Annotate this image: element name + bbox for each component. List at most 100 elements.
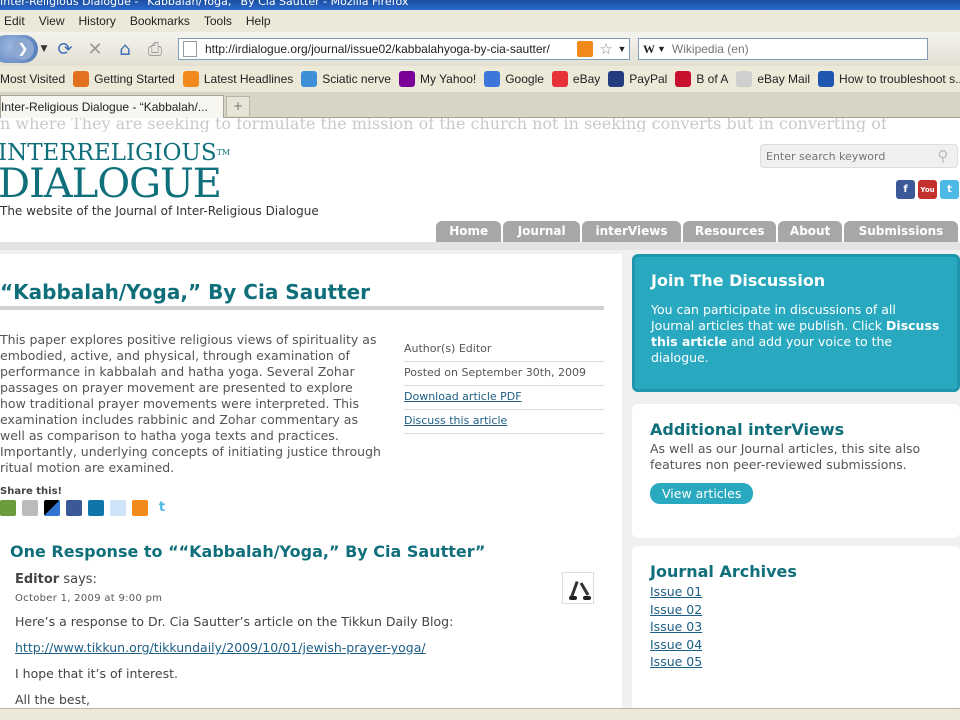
wikipedia-icon[interactable]: W <box>639 42 657 57</box>
article-abstract: This paper explores positive religious v… <box>0 332 381 475</box>
facebook-icon[interactable]: f <box>896 180 915 199</box>
bookmark-label: B of A <box>696 72 729 86</box>
share-label: Share this! <box>0 486 63 497</box>
bookmark-item[interactable]: eBay <box>551 71 601 87</box>
interviews-title: Additional interViews <box>650 420 845 439</box>
issue-02-link[interactable]: Issue 02 <box>650 601 942 619</box>
interviews-panel: Additional interViews As well as our Jou… <box>632 404 960 538</box>
print-icon[interactable]: ⎙ <box>140 35 170 63</box>
comment-text-3: All the best, <box>15 692 90 707</box>
menu-tools[interactable]: Tools <box>204 14 232 28</box>
tikkun-link[interactable]: http://www.tikkun.org/tikkundaily/2009/1… <box>15 640 426 655</box>
archives-panel: Journal Archives Issue 01 Issue 02 Issue… <box>632 546 960 710</box>
menu-edit[interactable]: Edit <box>4 14 25 28</box>
facebook-share-icon[interactable] <box>66 500 82 516</box>
social-links: f You t <box>896 180 959 199</box>
new-tab-button[interactable]: + <box>226 96 250 116</box>
ebay-icon <box>551 71 568 87</box>
nav-journal[interactable]: Journal <box>503 221 580 242</box>
reload-icon[interactable]: ⟳ <box>50 35 80 63</box>
nav-home[interactable]: Home <box>436 221 502 242</box>
twitter-icon[interactable]: t <box>940 180 959 199</box>
bookmark-item[interactable]: PayPal <box>608 71 667 87</box>
digg-icon[interactable] <box>22 500 38 516</box>
issue-05-link[interactable]: Issue 05 <box>650 653 942 671</box>
google-icon <box>484 71 501 87</box>
bookmark-label: eBay Mail <box>757 72 811 86</box>
stop-icon[interactable]: ✕ <box>80 35 110 63</box>
bofa-icon <box>675 71 692 87</box>
article-meta: Author(s) Editor Posted on September 30t… <box>404 338 604 434</box>
youtube-icon[interactable]: You <box>918 180 937 199</box>
nav-resources[interactable]: Resources <box>683 221 777 242</box>
bookmark-item[interactable]: B of A <box>675 71 728 87</box>
archives-title: Journal Archives <box>650 562 797 581</box>
menu-bar: Edit View History Bookmarks Tools Help <box>0 10 960 32</box>
site-tagline: The website of the Journal of Inter-Reli… <box>0 204 319 218</box>
msdn-icon <box>818 71 835 87</box>
bookmark-item[interactable]: My Yahoo! <box>398 71 477 87</box>
bookmark-label: Google <box>505 72 544 86</box>
tab-strip: Inter-Religious Dialogue - “Kabbalah/...… <box>0 92 960 118</box>
article-posted-date: Posted on September 30th, 2009 <box>404 362 604 386</box>
issue-01-link[interactable]: Issue 01 <box>650 583 942 601</box>
site-search-box[interactable]: ⚲ <box>760 144 958 168</box>
nav-submissions[interactable]: Submissions <box>843 221 958 242</box>
comment-text-1: Here’s a response to Dr. Cia Sautter’s a… <box>15 614 454 629</box>
menu-view[interactable]: View <box>39 14 65 28</box>
url-bar[interactable]: http://irdialogue.org/journal/issue02/ka… <box>178 38 630 60</box>
join-discussion-text: You can participate in discussions of al… <box>651 302 940 365</box>
discuss-article-link[interactable]: Discuss this article <box>404 414 507 427</box>
url-text[interactable]: http://irdialogue.org/journal/issue02/ka… <box>205 42 577 56</box>
download-pdf-link[interactable]: Download article PDF <box>404 390 522 403</box>
menu-help[interactable]: Help <box>246 14 271 28</box>
window-titlebar: Inter-Religious Dialogue - “Kabbalah/Yog… <box>0 0 960 10</box>
site-logo[interactable]: INTERRELIGIOUSTM DIALOGUE <box>0 140 230 207</box>
bookmark-item[interactable]: How to troubleshoot s... <box>818 71 960 87</box>
bookmark-item[interactable]: Getting Started <box>73 71 175 87</box>
back-button[interactable]: ❯ <box>0 35 38 63</box>
sciatic-icon <box>301 71 318 87</box>
search-engine-dropdown-icon[interactable]: ▼ <box>657 44 666 54</box>
menu-history[interactable]: History <box>78 14 115 28</box>
search-bar[interactable]: W ▼ <box>638 38 928 60</box>
avatar <box>562 572 594 604</box>
nav-about[interactable]: About <box>778 221 842 242</box>
linkedin-icon[interactable] <box>88 500 104 516</box>
bookmark-label: Getting Started <box>94 72 175 86</box>
issue-03-link[interactable]: Issue 03 <box>650 618 942 636</box>
search-input[interactable] <box>671 42 912 56</box>
rss-share-icon[interactable] <box>132 500 148 516</box>
url-dropdown-icon[interactable]: ▼ <box>615 44 629 54</box>
comment-date[interactable]: October 1, 2009 at 9:00 pm <box>15 593 162 604</box>
home-icon[interactable]: ⌂ <box>110 35 140 63</box>
join-discussion-title: Join The Discussion <box>651 271 826 290</box>
article-author: Author(s) Editor <box>404 338 604 362</box>
firefox-icon <box>73 71 90 87</box>
comment-text-2: I hope that it’s of interest. <box>15 666 178 681</box>
bookmark-item[interactable]: Google <box>484 71 544 87</box>
bookmark-label: How to troubleshoot s... <box>839 72 960 86</box>
bookmark-label: My Yahoo! <box>419 72 477 86</box>
bookmark-item[interactable]: Sciatic nerve <box>301 71 391 87</box>
twitter-share-icon[interactable]: t <box>154 500 170 516</box>
site-search-input[interactable] <box>766 149 934 163</box>
bookmark-star-icon[interactable]: ☆ <box>597 40 615 58</box>
reddit-icon[interactable] <box>110 500 126 516</box>
forward-icon[interactable]: ❯ <box>12 38 34 60</box>
history-dropdown-icon[interactable]: ▼ <box>38 44 50 54</box>
view-articles-button[interactable]: View articles <box>650 483 754 504</box>
issue-04-link[interactable]: Issue 04 <box>650 636 942 654</box>
rss-feed-icon[interactable] <box>577 41 593 57</box>
bookmark-item[interactable]: eBay Mail <box>736 71 810 87</box>
delicious-icon[interactable] <box>44 500 60 516</box>
bookmark-item[interactable]: Latest Headlines <box>182 71 293 87</box>
bookmark-item[interactable]: Most Visited <box>0 72 65 86</box>
logo-line2: DIALOGUE <box>0 161 222 207</box>
bookmark-label: eBay <box>572 72 601 86</box>
nav-interviews[interactable]: interViews <box>581 221 682 242</box>
menu-bookmarks[interactable]: Bookmarks <box>130 14 190 28</box>
search-icon[interactable]: ⚲ <box>934 147 952 165</box>
print-share-icon[interactable] <box>0 500 16 516</box>
active-tab[interactable]: Inter-Religious Dialogue - “Kabbalah/... <box>0 95 224 118</box>
